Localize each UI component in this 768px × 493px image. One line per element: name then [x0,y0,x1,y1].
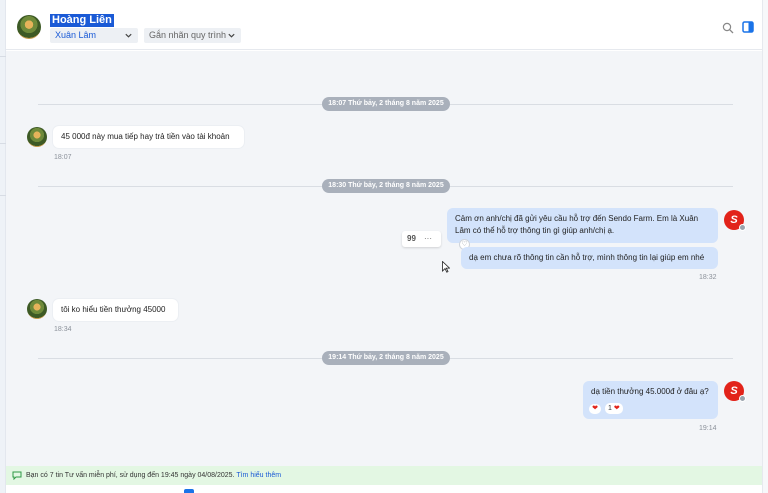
composer-indicator [184,489,194,493]
chat-bubble-icon [12,471,22,480]
chevron-down-icon [228,33,235,38]
free-consult-notice: Bạn có 7 tin Tư vấn miễn phí, sử dụng đế… [6,466,762,485]
composer-area[interactable] [6,485,762,493]
outgoing-message[interactable]: dạ em chưa rõ thông tin cần hỗ trợ, mình… [461,247,718,269]
message-timestamp: 18:32 [699,274,717,281]
agent-badge-icon [739,395,746,402]
notice-text: Bạn có 7 tin Tư vấn miễn phí, sử dụng đế… [26,472,235,479]
search-icon[interactable] [722,22,734,34]
conversation-header: Hoàng Liên Xuân Lâm Gắn nhãn quy trình [6,0,762,50]
date-separator: 18:30 Thứ bảy, 2 tháng 8 năm 2025 [322,179,450,193]
brand-logo-letter: S [730,385,738,397]
mouse-cursor-icon [442,261,450,273]
agent-badge-icon [739,224,746,231]
outgoing-message[interactable]: Cảm ơn anh/chị đã gửi yêu cầu hỗ trợ đến… [447,208,718,243]
right-panel-edge [762,0,768,493]
brand-logo-letter: S [730,214,738,226]
message-timestamp: 18:34 [54,326,72,333]
side-panel-icon[interactable] [742,21,754,33]
agent-select-label: Xuân Lâm [55,30,97,40]
heart-reaction-icon[interactable]: ❤ [589,404,601,414]
incoming-message[interactable]: tôi ko hiểu tiền thưởng 45000 [53,299,178,321]
message-action-bar: 99 ··· [402,231,441,247]
outgoing-message-text: dạ tiền thưởng 45.000đ ở đâu ạ? [591,387,709,396]
heart-icon: ❤ [613,405,620,412]
chevron-down-icon [125,33,132,38]
reaction-count-value: 1 [608,405,612,412]
learn-more-link[interactable]: Tìm hiểu thêm [236,472,281,479]
reaction-count[interactable]: 1 ❤ [605,403,623,414]
customer-avatar[interactable] [17,15,41,39]
outgoing-message[interactable]: dạ tiền thưởng 45.000đ ở đâu ạ? ❤ 1 ❤ [583,381,718,419]
customer-avatar[interactable] [27,299,47,319]
chat-messages-area[interactable]: 18:07 Thứ bảy, 2 tháng 8 năm 2025 45 000… [6,51,762,466]
customer-name[interactable]: Hoàng Liên [50,14,114,27]
process-tag-label: Gắn nhãn quy trình [149,30,227,40]
agent-select[interactable]: Xuân Lâm [50,28,138,43]
brand-avatar: S [724,210,746,231]
message-timestamp: 18:07 [54,154,72,161]
date-separator: 19:14 Thứ bảy, 2 tháng 8 năm 2025 [322,351,450,365]
date-separator: 18:07 Thứ bảy, 2 tháng 8 năm 2025 [322,97,450,111]
quote-reply-icon[interactable]: 99 [407,231,416,247]
customer-avatar[interactable] [27,127,47,147]
more-options-icon[interactable]: ··· [424,231,432,247]
process-tag-select[interactable]: Gắn nhãn quy trình [144,28,241,43]
brand-avatar: S [724,381,746,402]
incoming-message[interactable]: 45 000đ này mua tiếp hay trả tiền vào tà… [53,126,244,148]
message-timestamp: 19:14 [699,425,717,432]
